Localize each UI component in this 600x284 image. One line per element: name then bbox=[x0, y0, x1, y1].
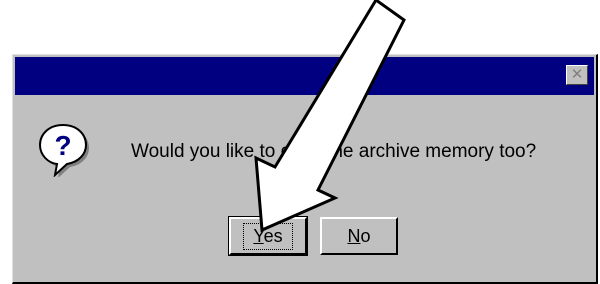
yes-button[interactable]: Yes bbox=[228, 216, 308, 256]
dialog-message: Would you like to clear the archive memo… bbox=[131, 141, 537, 162]
no-mnemonic: N bbox=[347, 225, 361, 246]
title-bar: ✕ bbox=[15, 57, 594, 95]
svg-text:?: ? bbox=[54, 130, 71, 161]
yes-mnemonic: Y bbox=[253, 225, 264, 246]
close-icon: ✕ bbox=[570, 65, 584, 83]
no-label-rest: o bbox=[360, 225, 371, 246]
message-dialog: ✕ ? Would you like to clear the archive … bbox=[12, 54, 598, 284]
yes-label-rest: es bbox=[263, 225, 283, 246]
close-button[interactable]: ✕ bbox=[566, 65, 588, 85]
no-button[interactable]: No bbox=[320, 217, 398, 255]
question-icon: ? bbox=[38, 123, 89, 177]
focus-rectangle: Yes bbox=[243, 222, 293, 250]
